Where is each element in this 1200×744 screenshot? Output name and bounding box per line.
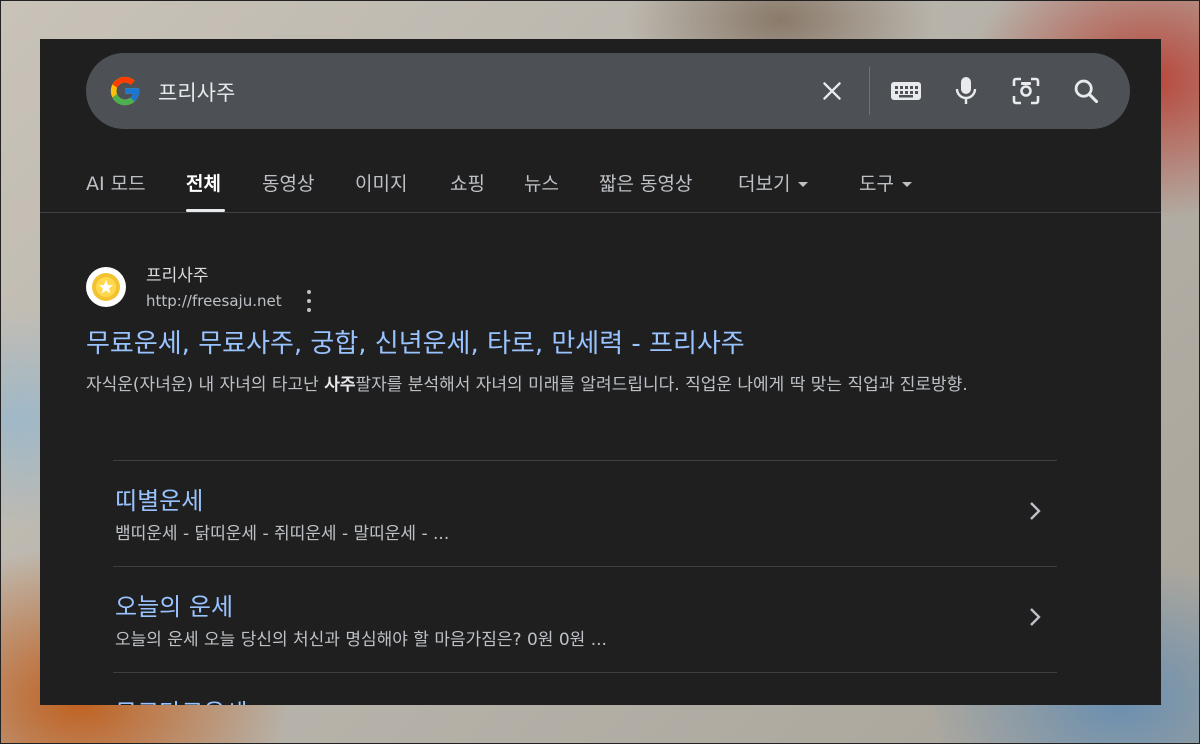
tab-all[interactable]: 전체 (186, 169, 221, 196)
tab-images[interactable]: 이미지 (355, 169, 407, 196)
sitelink-title[interactable]: 무료타로운세 (115, 693, 247, 705)
more-options-icon[interactable] (302, 290, 316, 312)
keyboard-icon[interactable] (889, 74, 923, 108)
google-g-icon (110, 76, 140, 106)
sitelink-item[interactable]: 띠별운세 뱀띠운세 - 닭띠운세 - 쥐띠운세 - 말띠운세 - ... (113, 460, 1057, 566)
sitelink-title[interactable]: 오늘의 운세 (115, 587, 233, 622)
sitelink-desc: 오늘의 운세 오늘 당신의 처신과 명심해야 할 마음가짐은? 0원 0원 ..… (115, 630, 607, 650)
site-url[interactable]: http://freesaju.net (146, 292, 282, 310)
tab-more[interactable]: 더보기 (738, 169, 809, 196)
lens-icon[interactable] (1009, 74, 1043, 108)
sitelink-item[interactable]: 무료타로운세 (113, 672, 1057, 705)
clear-icon[interactable] (815, 74, 849, 108)
search-bar[interactable]: 프리사주 (86, 53, 1130, 129)
search-query[interactable]: 프리사주 (158, 77, 235, 107)
site-favicon[interactable] (86, 267, 126, 307)
sitelink-item[interactable]: 오늘의 운세 오늘의 운세 오늘 당신의 처신과 명심해야 할 마음가짐은? 0… (113, 566, 1057, 672)
tab-ai-mode[interactable]: AI 모드 (86, 169, 146, 196)
mic-icon[interactable] (949, 74, 983, 108)
browser-window: 프리사주 AI 모드 전체 동영상 이미지 쇼핑 뉴스 짧은 동영상 더보기 도… (40, 39, 1161, 705)
tab-tools[interactable]: 도구 (859, 169, 912, 196)
tabs-divider (40, 212, 1161, 213)
search-divider (869, 67, 870, 115)
tab-videos[interactable]: 동영상 (262, 169, 314, 196)
result-title-link[interactable]: 무료운세, 무료사주, 궁합, 신년운세, 타로, 만세력 - 프리사주 (86, 323, 745, 360)
search-icon[interactable] (1069, 74, 1103, 108)
tab-short-videos[interactable]: 짧은 동영상 (599, 169, 692, 196)
sitelink-desc: 뱀띠운세 - 닭띠운세 - 쥐띠운세 - 말띠운세 - ... (115, 524, 450, 544)
tab-tools-label: 도구 (859, 173, 894, 195)
site-name[interactable]: 프리사주 (146, 261, 209, 286)
result-snippet: 자식운(자녀운) 내 자녀의 타고난 사주팔자를 분석해서 자녀의 미래를 알려… (86, 375, 968, 395)
caret-down-icon (798, 182, 809, 187)
chevron-right-icon[interactable] (1027, 499, 1043, 523)
caret-down-icon (901, 182, 912, 187)
sitelink-title[interactable]: 띠별운세 (115, 481, 203, 516)
chevron-right-icon[interactable] (1027, 605, 1043, 629)
tab-shopping[interactable]: 쇼핑 (450, 169, 485, 196)
tab-news[interactable]: 뉴스 (524, 169, 559, 196)
star-badge-icon (92, 273, 120, 301)
tab-more-label: 더보기 (738, 173, 791, 195)
